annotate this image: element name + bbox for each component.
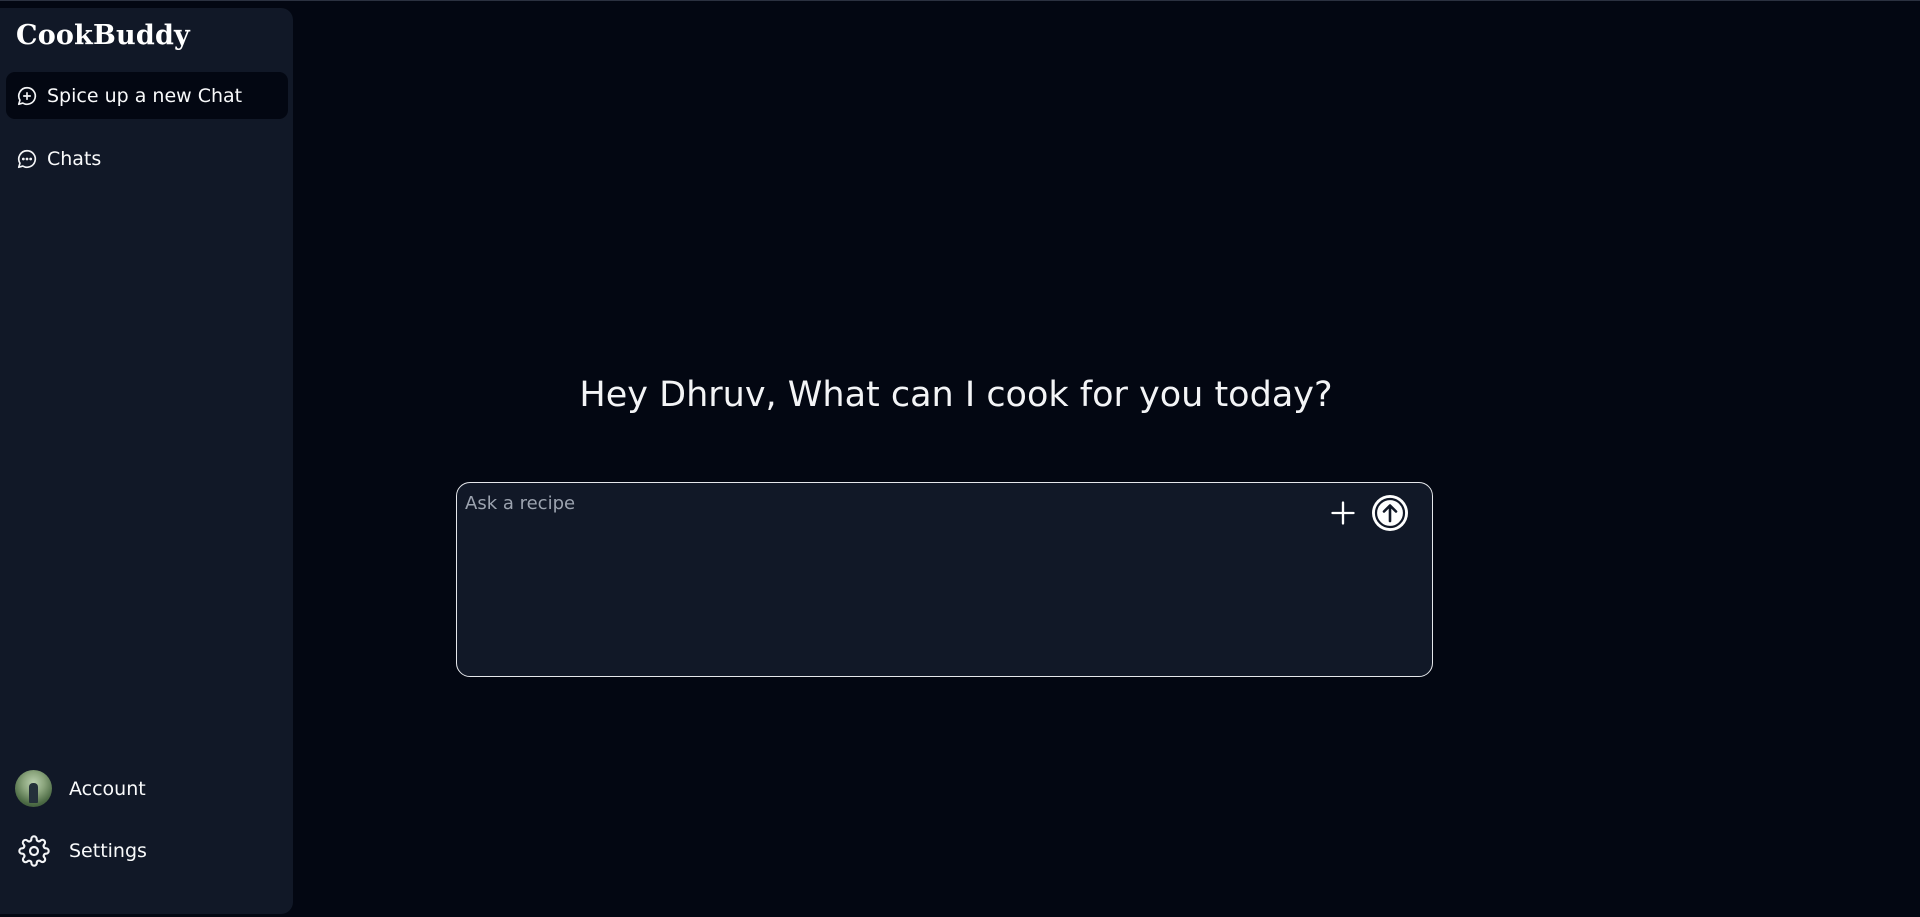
gear-icon: [15, 832, 52, 869]
send-button[interactable]: [1371, 494, 1409, 532]
avatar: [15, 770, 52, 807]
account-label: Account: [69, 777, 146, 800]
composer-box: [456, 482, 1433, 677]
sidebar: CookBuddy Spice up a new Chat Chats Acco…: [0, 8, 293, 914]
settings-button[interactable]: Settings: [15, 832, 147, 869]
settings-label: Settings: [69, 839, 147, 862]
arrow-up-circle-icon: [1371, 494, 1409, 532]
recipe-input[interactable]: [465, 493, 1305, 663]
plus-icon: [1329, 499, 1357, 527]
new-chat-label: Spice up a new Chat: [47, 84, 243, 107]
greeting-heading: Hey Dhruv, What can I cook for you today…: [579, 375, 1333, 415]
sidebar-item-chats[interactable]: Chats: [6, 135, 288, 182]
chats-label: Chats: [47, 147, 102, 170]
new-chat-button[interactable]: Spice up a new Chat: [6, 72, 288, 119]
message-dots-icon: [15, 147, 39, 171]
message-plus-icon: [15, 84, 39, 108]
attach-button[interactable]: [1326, 496, 1360, 530]
brand-logo[interactable]: CookBuddy: [16, 20, 190, 51]
app-window: CookBuddy Spice up a new Chat Chats Acco…: [0, 0, 1920, 917]
account-button[interactable]: Account: [15, 770, 146, 807]
